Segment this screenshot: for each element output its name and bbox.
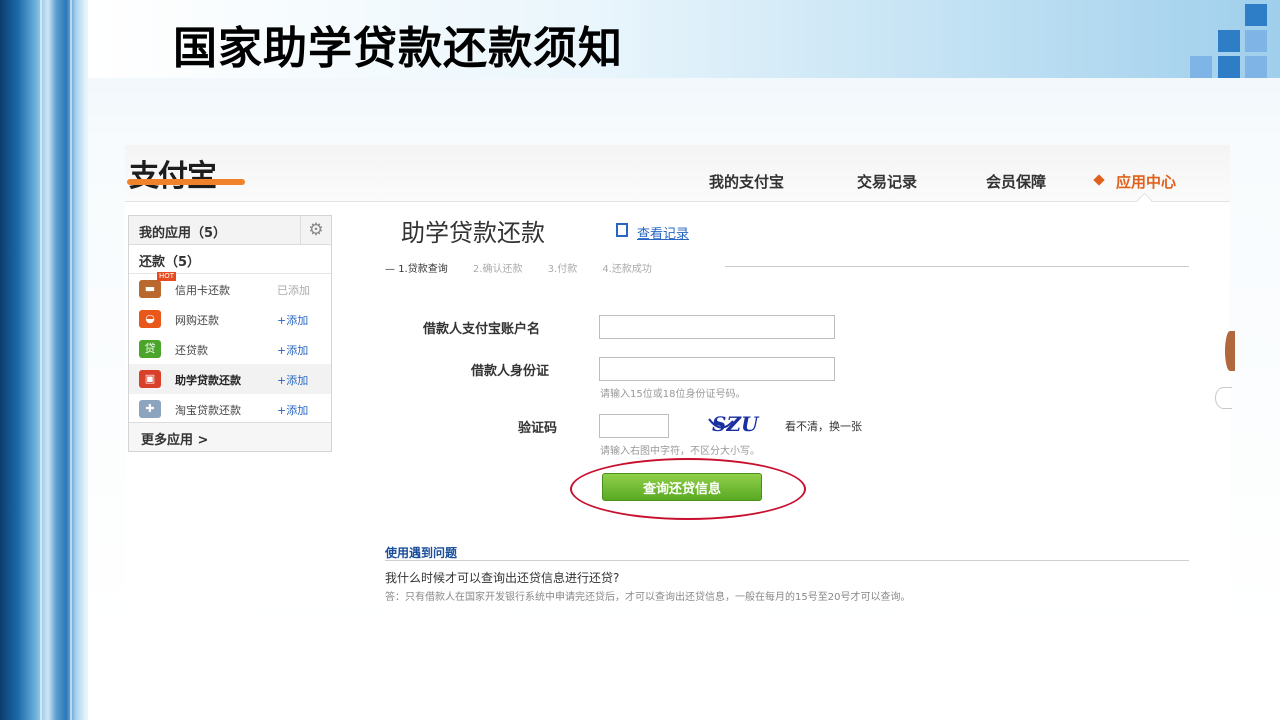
- sidebar-item-label: 淘宝贷款还款: [175, 404, 241, 417]
- added-status: 已添加: [277, 284, 310, 297]
- id-hint: 请输入15位或18位身份证号码。: [600, 389, 746, 400]
- step-3: 3.付款: [547, 264, 578, 275]
- captcha-text: SZU: [712, 412, 759, 436]
- sidebar-section: 还款（5）: [129, 245, 331, 274]
- app-header: 支付宝 我的支付宝 交易记录 会员保障 应用中心: [125, 145, 1230, 202]
- add-button[interactable]: +添加: [277, 342, 308, 358]
- step-1: — 1.贷款查询: [385, 264, 448, 275]
- sidebar-item-credit-card[interactable]: ▬ HOT 信用卡还款 已添加: [129, 272, 331, 304]
- sidebar-item-label: 信用卡还款: [175, 284, 230, 297]
- add-button[interactable]: +添加: [277, 402, 308, 418]
- alipay-logo[interactable]: 支付宝: [129, 151, 217, 195]
- sidebar-item-student-loan[interactable]: ▣ 助学贷款还款 +添加: [129, 364, 331, 394]
- more-apps-link[interactable]: 更多应用 >: [129, 422, 331, 451]
- view-records-link[interactable]: 查看记录: [637, 223, 689, 242]
- step-2: 2.确认还款: [472, 264, 523, 275]
- loan-icon: 贷: [139, 340, 161, 358]
- sidebar: 我的应用（5） ⚙ 还款（5） ▬ HOT 信用卡还款 已添加 ◒ 网购还款 +…: [128, 215, 332, 452]
- record-icon: [616, 223, 628, 237]
- query-loan-info-button[interactable]: 查询还贷信息: [602, 473, 762, 501]
- slide-left-decoration: [0, 0, 88, 720]
- student-loan-icon: ▣: [139, 370, 161, 388]
- add-button[interactable]: +添加: [277, 312, 308, 328]
- cropped-widget: [1215, 387, 1232, 409]
- sidebar-item-label: 还贷款: [175, 344, 208, 357]
- nav-my-alipay[interactable]: 我的支付宝: [709, 171, 784, 192]
- help-question: 我什么时候才可以查询出还贷信息进行还贷?: [385, 571, 620, 585]
- account-name-input[interactable]: [599, 315, 835, 339]
- sidebar-header: 我的应用（5） ⚙: [129, 216, 331, 245]
- credit-card-icon: ▬: [139, 280, 161, 298]
- steps-divider: [725, 266, 1189, 267]
- nav-member-protection[interactable]: 会员保障: [986, 171, 1046, 192]
- nav-app-center[interactable]: 应用中心: [1116, 171, 1176, 192]
- puzzle-icon: ✚: [139, 400, 161, 418]
- slide-title: 国家助学贷款还款须知: [173, 23, 623, 74]
- id-label: 借款人身份证: [471, 364, 550, 379]
- cropped-avatar: [1225, 331, 1235, 371]
- alipay-screenshot: 支付宝 我的支付宝 交易记录 会员保障 应用中心 我的应用（5） ⚙ 还款（5）…: [125, 145, 1235, 610]
- gear-icon[interactable]: ⚙: [300, 216, 331, 244]
- shopping-icon: ◒: [139, 310, 161, 328]
- captcha-refresh-link[interactable]: 看不清，换一张: [785, 418, 862, 434]
- help-divider: [385, 560, 1189, 561]
- sidebar-item-loan[interactable]: 贷 还贷款 +添加: [129, 334, 331, 364]
- captcha-label: 验证码: [518, 421, 558, 436]
- sidebar-item-label: 助学贷款还款: [175, 374, 241, 387]
- sidebar-item-label: 网购还款: [175, 314, 219, 327]
- sidebar-item-online-shopping[interactable]: ◒ 网购还款 +添加: [129, 304, 331, 334]
- id-number-input[interactable]: [599, 357, 835, 381]
- repay-section-title[interactable]: 还款（5）: [139, 251, 200, 270]
- more-apps-label: 更多应用 >: [141, 433, 209, 448]
- help-title: 使用遇到问题: [385, 546, 458, 560]
- add-button[interactable]: +添加: [277, 372, 308, 388]
- active-nav-marker-icon: [1093, 174, 1105, 186]
- logo-swoosh: [127, 179, 245, 185]
- nav-transactions[interactable]: 交易记录: [857, 171, 917, 192]
- page-title: 助学贷款还款: [401, 219, 545, 247]
- account-label: 借款人支付宝账户名: [423, 322, 541, 337]
- sidebar-item-taobao-loan[interactable]: ✚ 淘宝贷款还款 +添加: [129, 394, 331, 424]
- captcha-hint: 请输入右图中字符，不区分大小写。: [600, 446, 760, 457]
- help-answer: 答：只有借款人在国家开发银行系统中申请完还贷后，才可以查询出还贷信息，一般在每月…: [385, 592, 911, 603]
- step-4: 4.还款成功: [602, 264, 652, 275]
- captcha-input[interactable]: [599, 414, 669, 438]
- captcha-image[interactable]: SZU: [707, 411, 773, 437]
- hot-badge: HOT: [157, 272, 177, 281]
- step-indicator: — 1.贷款查询 2.确认还款 3.付款 4.还款成功: [385, 260, 674, 275]
- my-apps-title[interactable]: 我的应用（5）: [139, 222, 226, 241]
